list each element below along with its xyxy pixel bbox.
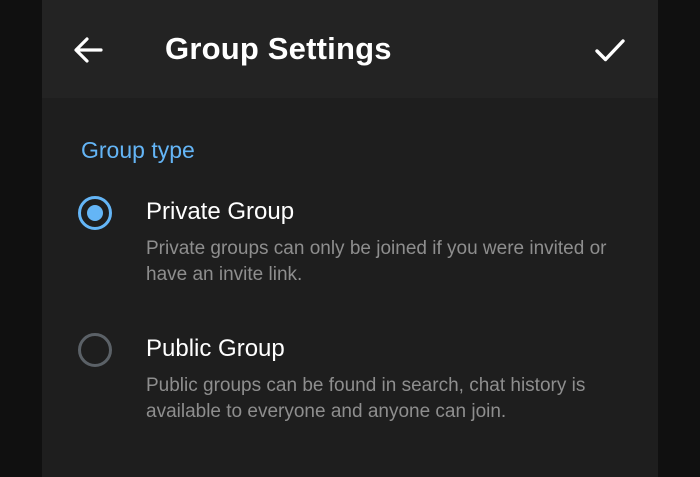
back-button[interactable] xyxy=(68,30,108,70)
radio-dot xyxy=(87,205,103,221)
top-app-bar: Group Settings xyxy=(42,0,658,98)
option-private-group[interactable]: Private Group Private groups can only be… xyxy=(42,188,658,300)
group-settings-screen: Group Settings Group type Private Group … xyxy=(42,0,658,477)
section-title-group-type: Group type xyxy=(81,137,195,163)
option-label: Private Group xyxy=(146,198,295,225)
radio-button-checked[interactable] xyxy=(78,196,112,230)
device-frame: Group Settings Group type Private Group … xyxy=(0,0,700,477)
option-description: Private groups can only be joined if you… xyxy=(146,238,607,285)
checkmark-icon xyxy=(595,39,625,62)
page-title: Group Settings xyxy=(165,31,392,66)
option-description: Public groups can be found in search, ch… xyxy=(146,375,586,422)
done-button[interactable] xyxy=(588,30,632,70)
arrow-left-icon xyxy=(74,37,103,63)
option-public-group[interactable]: Public Group Public groups can be found … xyxy=(42,325,658,455)
radio-button-unchecked[interactable] xyxy=(78,333,112,367)
option-label: Public Group xyxy=(146,335,285,362)
